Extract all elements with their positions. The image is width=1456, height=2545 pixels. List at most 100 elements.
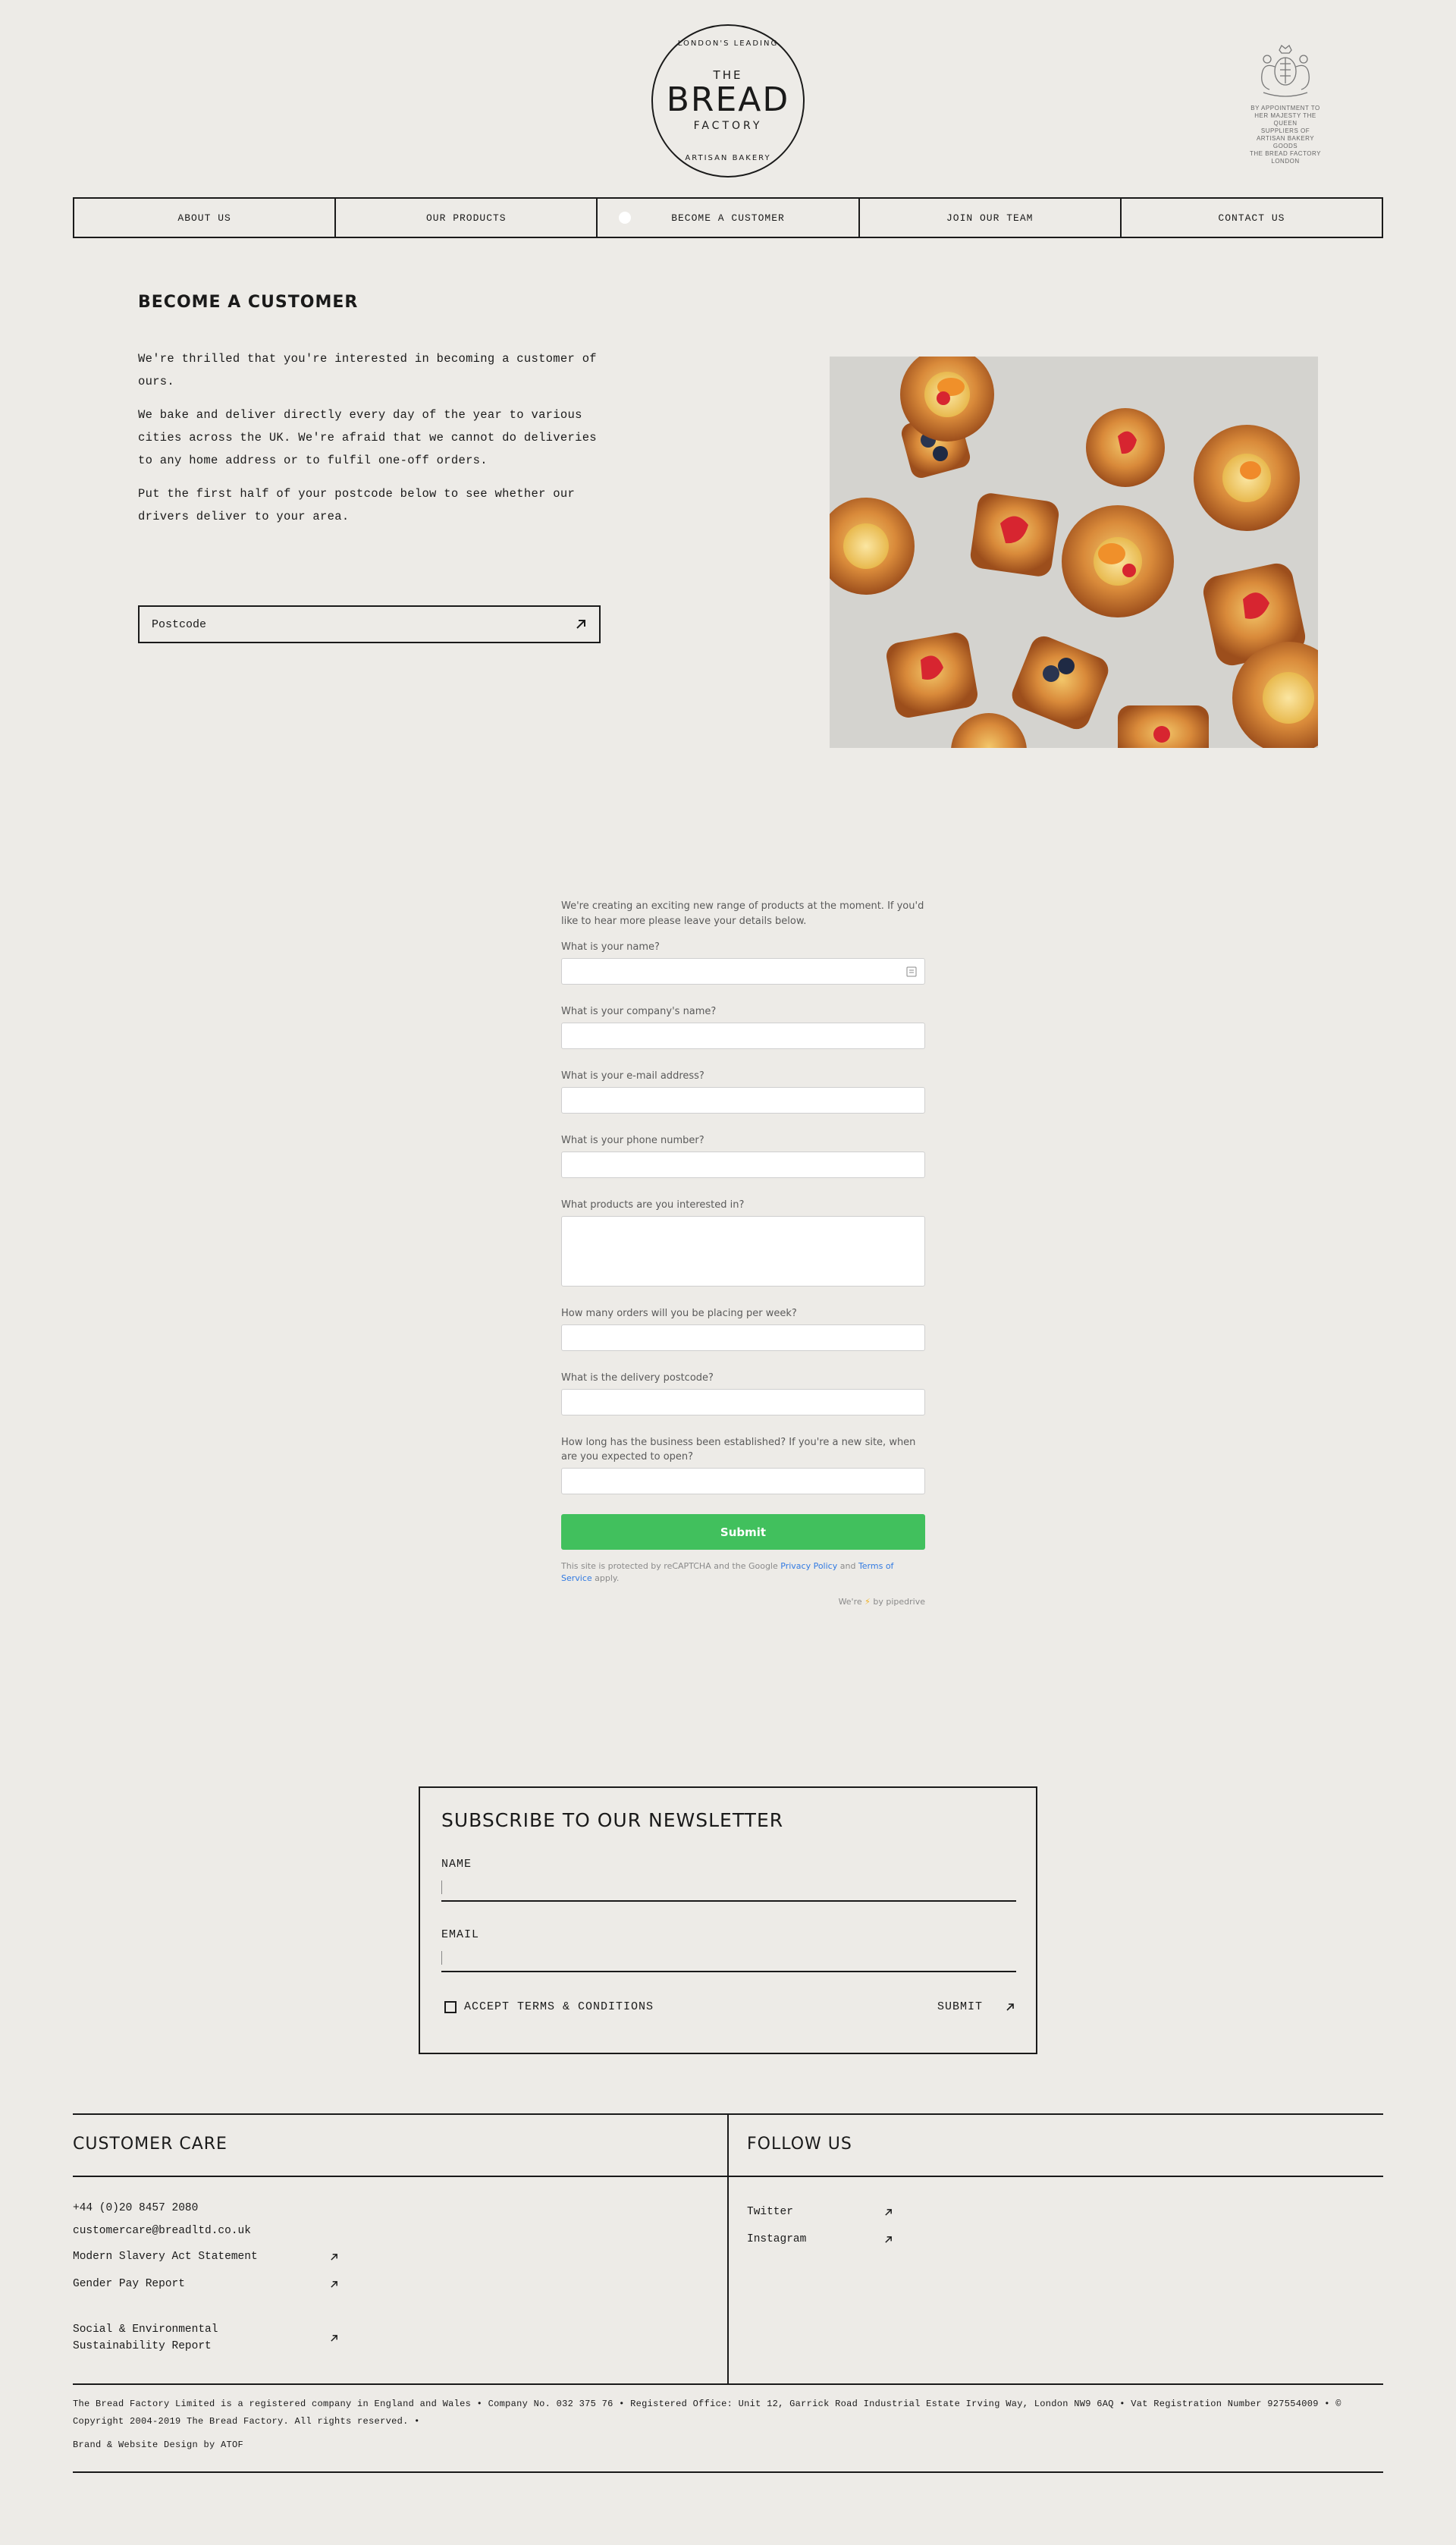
powered-prefix: We're (838, 1597, 862, 1607)
modern-slavery-link[interactable]: Modern Slavery Act Statement (73, 2248, 338, 2265)
established-input[interactable] (561, 1468, 925, 1494)
recaptcha-and: and (839, 1561, 856, 1571)
customer-care-title: CUSTOMER CARE (73, 2135, 228, 2154)
accept-terms-label: ACCEPT TERMS & CONDITIONS (464, 2000, 654, 2013)
newsletter-email-input[interactable] (441, 1945, 1016, 1972)
phone-label: What is your phone number? (561, 1135, 704, 1146)
warrant-line-5: THE BREAD FACTORY (1250, 150, 1321, 157)
orders-input[interactable] (561, 1324, 925, 1351)
active-indicator (619, 212, 632, 224)
accept-terms[interactable]: ACCEPT TERMS & CONDITIONS (444, 2000, 654, 2013)
pastries-photo (830, 357, 1318, 748)
nav-become-a-customer-label: BECOME A CUSTOMER (671, 212, 785, 224)
nav-contact-us[interactable]: CONTACT US (1119, 199, 1384, 237)
modern-slavery-label: Modern Slavery Act Statement (73, 2251, 258, 2263)
intro-paragraph-1: We're thrilled that you're interested in… (138, 352, 597, 388)
nav-join-our-team[interactable]: JOIN OUR TEAM (858, 199, 1120, 237)
page-title: BECOME A CUSTOMER (138, 293, 359, 312)
arrow-up-right-icon (331, 2334, 337, 2342)
powered-by-pipedrive[interactable]: We're ⚡ by pipedrive (561, 1597, 925, 1607)
email-input[interactable] (561, 1087, 925, 1114)
autofill-icon[interactable] (906, 966, 917, 977)
established-label: How long has the business been establish… (561, 1437, 916, 1463)
privacy-policy-link[interactable]: Privacy Policy (780, 1561, 837, 1571)
postcode-placeholder: Postcode (152, 617, 207, 631)
royal-crest-icon (1261, 44, 1310, 97)
bread-factory-logo[interactable]: LONDON'S LEADING THE BREAD FACTORY ARTIS… (651, 24, 805, 178)
main-nav: ABOUT US OUR PRODUCTS BECOME A CUSTOMER … (73, 197, 1384, 238)
nav-become-a-customer[interactable]: BECOME A CUSTOMER (596, 199, 858, 237)
nav-our-products[interactable]: OUR PRODUCTS (334, 199, 596, 237)
name-label: What is your name? (561, 941, 660, 953)
products-textarea[interactable] (561, 1216, 925, 1287)
care-phone[interactable]: +44 (0)20 8457 2080 (73, 2200, 338, 2217)
follow-us: Twitter Instagram (747, 2198, 893, 2253)
company-input[interactable] (561, 1023, 925, 1049)
name-input[interactable] (561, 958, 925, 985)
logo-ring-bottom: ARTISAN BAKERY (685, 154, 771, 162)
design-credit[interactable]: Brand & Website Design by ATOF (73, 2437, 1385, 2454)
footer-end-rule (73, 2471, 1383, 2473)
newsletter-box: SUBSCRIBE TO OUR NEWSLETTER NAME EMAIL A… (419, 1786, 1037, 2054)
email-label: What is your e-mail address? (561, 1070, 704, 1082)
accept-terms-checkbox[interactable] (444, 2000, 457, 2013)
logo-factory: FACTORY (693, 120, 763, 132)
gender-pay-link[interactable]: Gender Pay Report (73, 2276, 338, 2292)
twitter-label: Twitter (747, 2206, 793, 2218)
twitter-link[interactable]: Twitter (747, 2198, 893, 2226)
arrow-up-right-icon[interactable] (575, 618, 587, 630)
newsletter-submit-label: SUBMIT (937, 2000, 984, 2013)
sustainability-line-1: Social & Environmental (73, 2323, 218, 2336)
arrow-up-right-icon (1006, 2003, 1014, 2011)
products-label: What products are you interested in? (561, 1199, 745, 1211)
newsletter-email-label: EMAIL (441, 1928, 480, 1941)
sustainability-report-label: Social & Environmental Sustainability Re… (73, 2321, 218, 2355)
pastries-illustration (830, 357, 1318, 748)
intro-text: We're thrilled that you're interested in… (138, 347, 608, 539)
company-info: The Bread Factory Limited is a registere… (73, 2399, 1341, 2409)
warrant-line-4: ARTISAN BAKERY GOODS (1256, 135, 1315, 149)
newsletter-submit-button[interactable]: SUBMIT (937, 2000, 1015, 2013)
form-submit-button[interactable]: Submit (561, 1514, 925, 1550)
intro-paragraph-3: Put the first half of your postcode belo… (138, 487, 576, 523)
warrant-line-1: BY APPOINTMENT TO (1250, 105, 1320, 112)
logo-bread: BREAD (666, 80, 790, 119)
nav-about-us[interactable]: ABOUT US (73, 199, 334, 237)
postcode-input[interactable]: Postcode (138, 605, 601, 643)
phone-input[interactable] (561, 1152, 925, 1178)
newsletter-name-label: NAME (441, 1858, 472, 1871)
arrow-up-right-icon (885, 2208, 892, 2216)
instagram-label: Instagram (747, 2233, 807, 2245)
footer-column-divider (727, 2115, 729, 2384)
recaptcha-prefix: This site is protected by reCAPTCHA and … (561, 1561, 778, 1571)
instagram-link[interactable]: Instagram (747, 2226, 893, 2253)
arrow-up-right-icon (331, 2253, 337, 2261)
form-description: We're creating an exciting new range of … (561, 900, 924, 927)
sustainability-report-link[interactable]: Social & Environmental Sustainability Re… (73, 2321, 338, 2355)
warrant-line-2: HER MAJESTY THE QUEEN (1254, 112, 1316, 127)
pipedrive-brand: by pipedrive (873, 1597, 925, 1607)
gender-pay-label: Gender Pay Report (73, 2278, 185, 2290)
recaptcha-notice: This site is protected by reCAPTCHA and … (561, 1560, 925, 1585)
customer-care: +44 (0)20 8457 2080 customercare@breadlt… (73, 2200, 338, 2355)
company-legal: The Bread Factory Limited is a registere… (73, 2396, 1385, 2454)
delivery-postcode-input[interactable] (561, 1389, 925, 1415)
logo-ring-top: LONDON'S LEADING (677, 39, 779, 48)
recaptcha-apply: apply. (595, 1573, 620, 1583)
royal-warrant: BY APPOINTMENT TO HER MAJESTY THE QUEEN … (1244, 44, 1327, 165)
arrow-up-right-icon (885, 2236, 892, 2243)
orders-label: How many orders will you be placing per … (561, 1308, 797, 1319)
footer-bottom-rule (73, 2383, 1383, 2385)
newsletter-name-input[interactable] (441, 1874, 1016, 1902)
lead-form: We're creating an exciting new range of … (561, 899, 925, 1607)
care-email[interactable]: customercare@breadltd.co.uk (73, 2223, 338, 2239)
delivery-postcode-label: What is the delivery postcode? (561, 1372, 714, 1384)
intro-paragraph-2: We bake and deliver directly every day o… (138, 408, 597, 467)
follow-us-title: FOLLOW US (747, 2135, 852, 2154)
company-label: What is your company's name? (561, 1006, 717, 1017)
warrant-line-3: SUPPLIERS OF (1260, 127, 1310, 134)
warrant-line-6: LONDON (1271, 158, 1300, 165)
copyright: Copyright 2004-2019 The Bread Factory. A… (73, 2416, 420, 2427)
newsletter-title: SUBSCRIBE TO OUR NEWSLETTER (441, 1809, 784, 1831)
arrow-up-right-icon (331, 2280, 337, 2288)
